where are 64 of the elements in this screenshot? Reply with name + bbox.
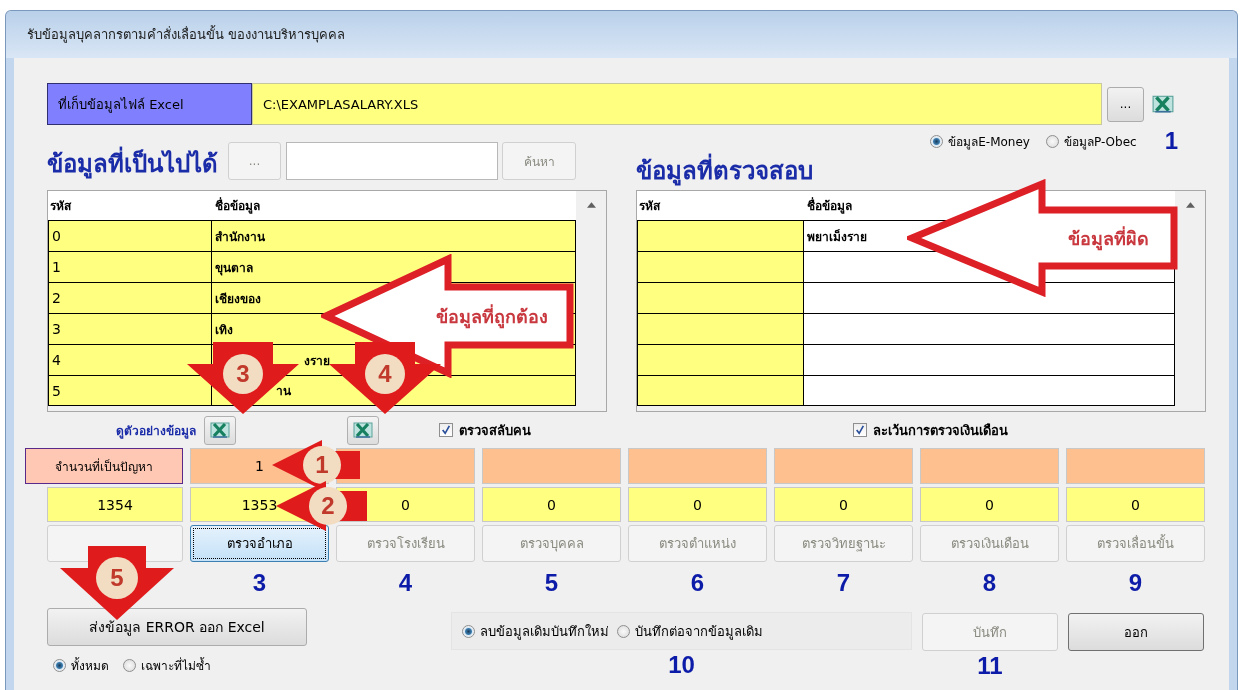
checkbox-label: ตรวจสลับคน (459, 421, 531, 440)
section-heading: ข้อมูลที่ตรวจสอบ (636, 155, 813, 187)
preview-button[interactable] (204, 415, 236, 445)
table-cell: 3 (48, 314, 211, 344)
radio-button[interactable] (1045, 134, 1059, 148)
window-title: รับข้อมูลบุคลากรตามคำสั่งเลื่อนขั้น ของงานบริหารบุคคล (27, 24, 346, 45)
browse-button[interactable]: ... (1107, 86, 1144, 122)
table-cell: สำนักงาน (211, 221, 576, 251)
field-label: ที่เก็บข้อมูลไฟล์ Excel (47, 83, 252, 125)
exit-button[interactable]: ออก (1068, 613, 1204, 651)
record-count: 0 (628, 487, 767, 522)
radio-button[interactable] (123, 659, 136, 672)
spreadsheet-icon (210, 421, 230, 439)
path-field[interactable]: C:\EXAMPLASALARY.XLS (252, 83, 1102, 125)
scroll-up-icon[interactable] (1185, 202, 1195, 208)
preview-label: ดูตัวอย่างข้อมูล (116, 422, 196, 440)
record-count: 0 (1066, 487, 1205, 522)
table-cell: ขุนตาล (211, 252, 576, 282)
table-cell: 2 (48, 283, 211, 313)
radio-label: ข้อมูลE-Money (948, 133, 1030, 151)
preview-button[interactable] (347, 415, 379, 445)
column-header[interactable]: ชื่อข้อมูล (213, 196, 260, 215)
search-field[interactable] (286, 142, 498, 180)
scroll-up-icon[interactable] (586, 202, 596, 208)
row-label: จำนวนที่เป็นปัญหา (25, 448, 183, 484)
checkbox[interactable] (853, 423, 867, 437)
section-heading: ข้อมูลที่เป็นไปได้ (47, 148, 218, 180)
column-header[interactable]: ชื่อข้อมูล (805, 196, 852, 215)
step-number: 4 (397, 568, 414, 598)
step-number: 1 (1164, 127, 1178, 155)
radio-button[interactable] (462, 624, 475, 638)
step-number: 9 (1127, 568, 1144, 598)
export-button[interactable]: ส่งข้อมูล ERROR ออก Excel (47, 608, 307, 646)
spreadsheet-icon (353, 421, 373, 439)
table-cell: 0 (48, 221, 211, 251)
column-header[interactable]: รหัส (48, 196, 213, 215)
radio-label: ทั้งหมด (71, 656, 109, 675)
column-header[interactable]: รหัส (637, 196, 805, 215)
checkbox-label: ละเว้นการตรวจเงินเดือน (873, 421, 1008, 440)
step-number: 8 (981, 568, 998, 598)
step-number: 6 (689, 568, 706, 598)
radio-button[interactable] (930, 134, 944, 148)
record-count: 0 (774, 487, 913, 522)
radio-button[interactable] (617, 624, 630, 638)
record-count: 0 (920, 487, 1059, 522)
checkbox[interactable] (439, 423, 453, 437)
radio-button[interactable] (53, 659, 66, 672)
table-cell: 1 (48, 252, 211, 282)
step-number: 5 (543, 568, 560, 598)
spreadsheet-icon[interactable] (1152, 94, 1174, 114)
table-cell: 5 (48, 376, 211, 405)
record-count: 1354 (47, 487, 183, 522)
step-number: 11 (977, 651, 1003, 681)
step-number: 10 (668, 650, 695, 680)
check-button[interactable]: ตรวจอำเภอ (190, 525, 329, 562)
table-cell: 4 (48, 345, 211, 375)
record-count: 0 (482, 487, 621, 522)
callout-label: ข้อมูลที่ผิด (1067, 225, 1149, 253)
radio-label: เฉพาะที่ไม่ซ้ำ (141, 656, 211, 675)
radio-label: บันทึกต่อจากข้อมูลเดิม (635, 622, 763, 642)
step-number: 3 (251, 568, 268, 598)
radio-label: ลบข้อมูลเดิมบันทึกใหม่ (480, 622, 609, 642)
radio-label: ข้อมูลP-Obec (1063, 133, 1137, 151)
step-number: 7 (835, 568, 852, 598)
